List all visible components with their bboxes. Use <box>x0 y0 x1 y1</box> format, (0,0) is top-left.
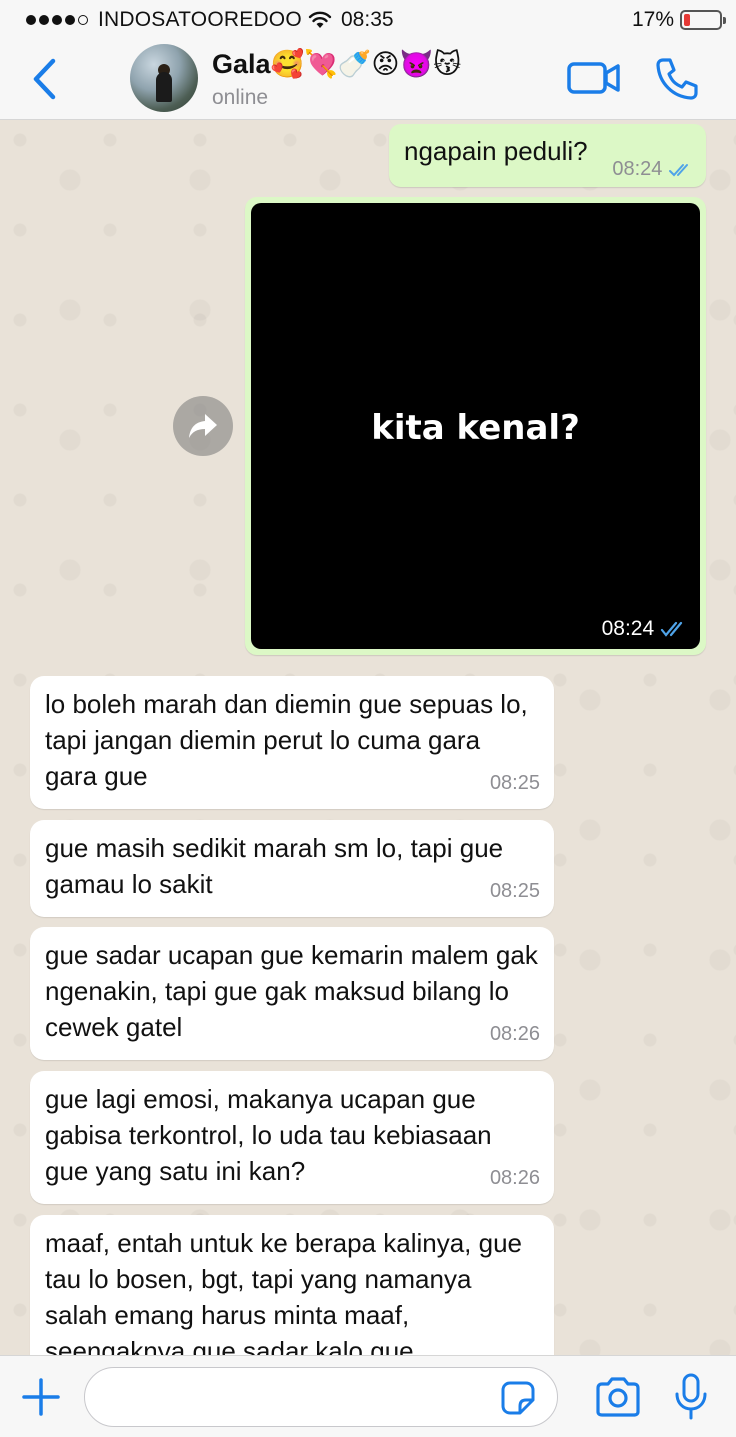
contact-avatar[interactable] <box>130 44 198 112</box>
incoming-message[interactable]: lo boleh marah dan diemin gue sepuas lo,… <box>30 676 554 809</box>
carrier-name: INDOSATOOREDOO <box>98 8 302 31</box>
message-time: 08:24 <box>612 158 663 180</box>
contact-status: online <box>212 86 269 109</box>
message-text: ngapain peduli? <box>404 136 588 166</box>
outgoing-media-message[interactable]: kita kenal? 08:24 <box>245 197 706 655</box>
message-time: 08:26 <box>489 1023 540 1045</box>
plus-icon <box>22 1378 60 1416</box>
attach-button[interactable] <box>20 1376 62 1418</box>
message-time: 08:26 <box>489 1167 540 1189</box>
camera-icon <box>596 1377 640 1417</box>
wifi-icon <box>308 11 332 28</box>
message-text: gue masih sedikit marah sm lo, tapi gue … <box>45 833 504 899</box>
microphone-icon <box>675 1373 707 1420</box>
sticker-icon <box>501 1381 535 1415</box>
back-button[interactable] <box>24 54 64 104</box>
status-bar: INDOSATOOREDOO 08:35 17% <box>0 0 736 38</box>
contact-name[interactable]: Gala🥰💘🍼😡👿😽 <box>212 48 461 80</box>
media-image[interactable]: kita kenal? 08:24 <box>251 203 700 649</box>
incoming-message[interactable]: gue lagi emosi, makanya ucapan gue gabis… <box>30 1071 554 1204</box>
incoming-message[interactable]: gue sadar ucapan gue kemarin malem gak n… <box>30 927 554 1060</box>
sticker-button[interactable] <box>500 1380 536 1416</box>
status-right: 17% <box>631 8 726 32</box>
phone-icon <box>656 58 698 100</box>
forward-arrow-icon <box>189 414 217 438</box>
forward-button[interactable] <box>173 396 233 456</box>
message-input[interactable] <box>84 1367 558 1427</box>
status-time: 08:35 <box>341 8 394 31</box>
incoming-message[interactable]: gue masih sedikit marah sm lo, tapi gue … <box>30 820 554 917</box>
chat-area[interactable]: ngapain peduli? 08:24 kita kenal? 08:24 <box>0 120 736 1355</box>
battery-level-fill <box>684 14 690 26</box>
microphone-button[interactable] <box>672 1372 710 1422</box>
chevron-left-icon <box>33 58 56 100</box>
chat-header: Gala🥰💘🍼😡👿😽 online <box>0 38 736 120</box>
message-timestamp: 08:24 <box>612 158 696 181</box>
message-text: gue sadar ucapan gue kemarin malem gak n… <box>45 940 538 1042</box>
message-text: maaf, entah untuk ke berapa kalinya, gue… <box>45 1228 522 1355</box>
double-check-icon <box>660 622 683 638</box>
video-camera-icon <box>567 62 620 94</box>
message-text: lo boleh marah dan diemin gue sepuas lo,… <box>45 689 528 791</box>
avatar-figure-body <box>156 72 172 102</box>
battery-percent: 17% <box>631 8 674 31</box>
outgoing-message[interactable]: ngapain peduli? 08:24 <box>389 124 706 187</box>
battery-icon <box>680 10 726 30</box>
video-call-button[interactable] <box>566 58 622 98</box>
message-text: gue lagi emosi, makanya ucapan gue gabis… <box>45 1084 492 1186</box>
incoming-message[interactable]: maaf, entah untuk ke berapa kalinya, gue… <box>30 1215 554 1355</box>
message-time: 08:25 <box>489 880 540 902</box>
voice-call-button[interactable] <box>654 56 700 102</box>
camera-button[interactable] <box>594 1376 642 1418</box>
status-left: INDOSATOOREDOO <box>26 8 332 32</box>
message-time: 08:24 <box>601 617 655 640</box>
message-input-bar <box>0 1355 736 1437</box>
message-time: 08:25 <box>489 772 540 794</box>
message-timestamp: 08:24 <box>602 617 690 641</box>
media-caption: kita kenal? <box>371 408 580 448</box>
signal-strength-icon <box>26 15 88 25</box>
double-check-icon <box>669 163 688 177</box>
